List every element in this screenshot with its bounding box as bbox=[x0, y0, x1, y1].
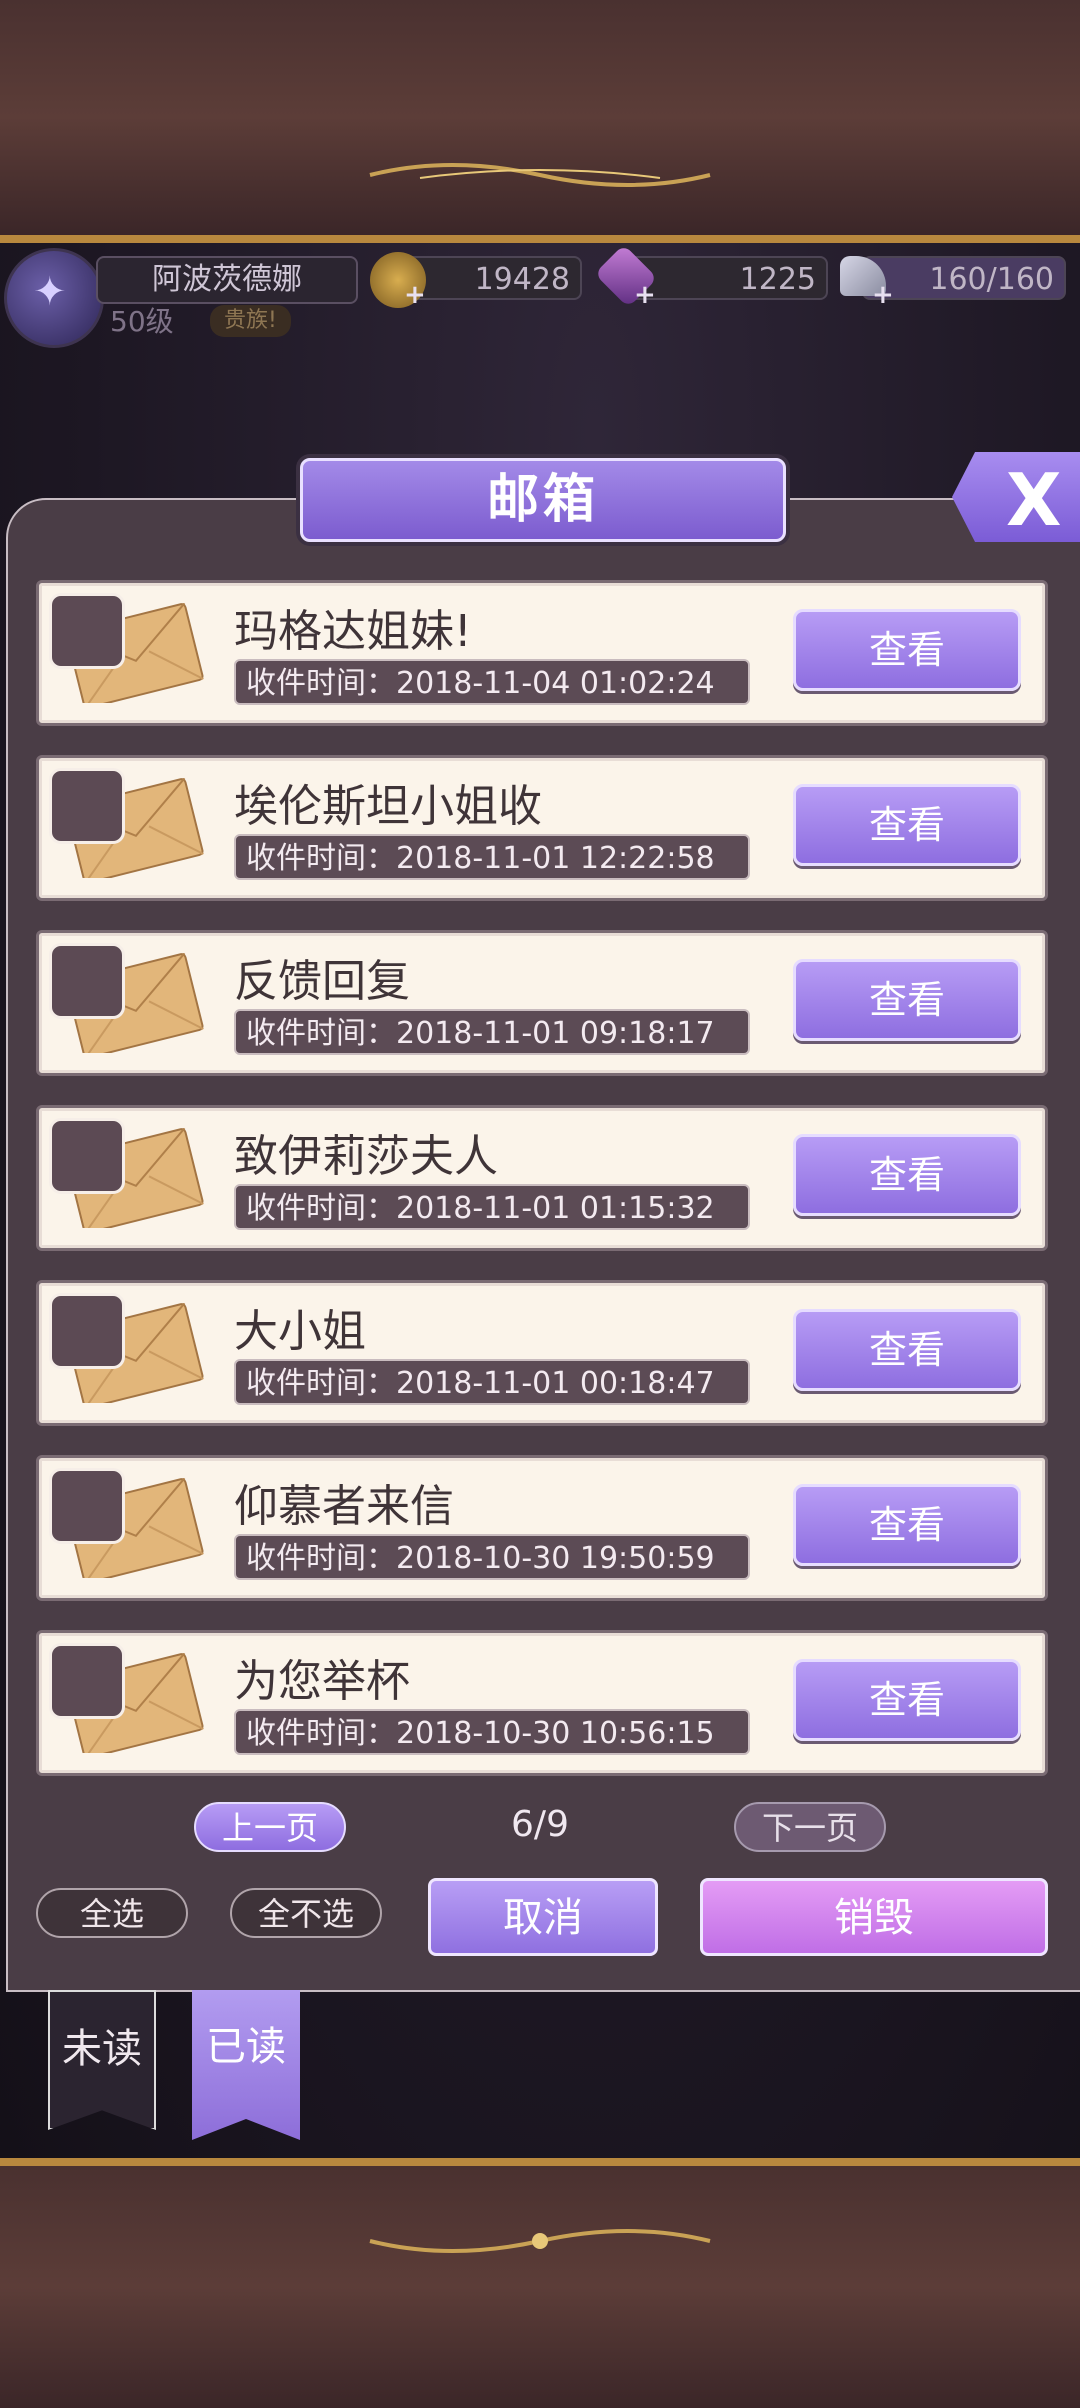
mail-title: 玛格达姐妹! bbox=[234, 606, 472, 657]
mail-checkbox[interactable] bbox=[49, 1643, 125, 1719]
mail-checkbox[interactable] bbox=[49, 1118, 125, 1194]
view-mail-button[interactable]: 查看 bbox=[793, 959, 1021, 1041]
cancel-button[interactable]: 取消 bbox=[428, 1878, 658, 1956]
page-indicator: 6/9 bbox=[511, 1804, 569, 1845]
scroll-ornament-icon bbox=[360, 2226, 720, 2253]
add-stamina-icon[interactable]: + bbox=[872, 280, 894, 310]
mail-checkbox[interactable] bbox=[49, 1468, 125, 1544]
star-icon: ✦ bbox=[33, 269, 67, 315]
mail-received-time: 收件时间：2018-10-30 10:56:15 bbox=[234, 1709, 750, 1755]
mail-checkbox[interactable] bbox=[49, 943, 125, 1019]
bottom-ornament-band bbox=[0, 2158, 1080, 2408]
gem-counter: 1225 bbox=[626, 256, 828, 300]
mail-received-time: 收件时间：2018-11-04 01:02:24 bbox=[234, 659, 750, 705]
view-mail-button[interactable]: 查看 bbox=[793, 1309, 1021, 1391]
mail-checkbox[interactable] bbox=[49, 768, 125, 844]
add-gems-icon[interactable]: + bbox=[634, 280, 656, 310]
mail-row[interactable]: 埃伦斯坦小姐收 收件时间：2018-11-01 12:22:58 查看 bbox=[36, 755, 1048, 901]
destroy-button[interactable]: 销毁 bbox=[700, 1878, 1048, 1956]
close-button[interactable]: X bbox=[952, 452, 1080, 542]
mail-received-time: 收件时间：2018-11-01 00:18:47 bbox=[234, 1359, 750, 1405]
add-gold-icon[interactable]: + bbox=[404, 280, 426, 310]
mail-received-time: 收件时间：2018-11-01 01:15:32 bbox=[234, 1184, 750, 1230]
tab-unread[interactable]: 未读 bbox=[48, 1990, 156, 2130]
player-title-badge: 贵族! bbox=[210, 305, 291, 337]
mail-received-time: 收件时间：2018-10-30 19:50:59 bbox=[234, 1534, 750, 1580]
mail-row[interactable]: 玛格达姐妹! 收件时间：2018-11-04 01:02:24 查看 bbox=[36, 580, 1048, 726]
mail-title: 反馈回复 bbox=[234, 956, 410, 1007]
mail-title: 仰慕者来信 bbox=[234, 1481, 454, 1532]
top-ornament-band bbox=[0, 0, 1080, 243]
view-mail-button[interactable]: 查看 bbox=[793, 1484, 1021, 1566]
mail-title: 致伊莉莎夫人 bbox=[234, 1131, 498, 1182]
mail-row[interactable]: 大小姐 收件时间：2018-11-01 00:18:47 查看 bbox=[36, 1280, 1048, 1426]
prev-page-button[interactable]: 上一页 bbox=[194, 1802, 346, 1852]
mail-checkbox[interactable] bbox=[49, 593, 125, 669]
mailbox-title: 邮箱 bbox=[486, 469, 599, 530]
mail-row[interactable]: 反馈回复 收件时间：2018-11-01 09:18:17 查看 bbox=[36, 930, 1048, 1076]
close-icon: X bbox=[1006, 458, 1062, 542]
mail-received-time: 收件时间：2018-11-01 12:22:58 bbox=[234, 834, 750, 880]
view-mail-button[interactable]: 查看 bbox=[793, 609, 1021, 691]
view-mail-button[interactable]: 查看 bbox=[793, 784, 1021, 866]
view-mail-button[interactable]: 查看 bbox=[793, 1134, 1021, 1216]
select-all-button[interactable]: 全选 bbox=[36, 1888, 188, 1938]
gold-counter: 19428 bbox=[400, 256, 582, 300]
mailbox-header: 邮箱 bbox=[300, 458, 786, 542]
mail-title: 埃伦斯坦小姐收 bbox=[234, 781, 542, 832]
tab-read[interactable]: 已读 bbox=[192, 1990, 300, 2140]
mail-title: 为您举杯 bbox=[234, 1656, 410, 1707]
view-mail-button[interactable]: 查看 bbox=[793, 1659, 1021, 1741]
player-level: 50级 bbox=[110, 305, 174, 338]
next-page-button[interactable]: 下一页 bbox=[734, 1802, 886, 1852]
mail-received-time: 收件时间：2018-11-01 09:18:17 bbox=[234, 1009, 750, 1055]
mail-row[interactable]: 仰慕者来信 收件时间：2018-10-30 19:50:59 查看 bbox=[36, 1455, 1048, 1601]
mail-title: 大小姐 bbox=[234, 1306, 366, 1357]
scroll-ornament-icon bbox=[360, 160, 720, 187]
select-none-button[interactable]: 全不选 bbox=[230, 1888, 382, 1938]
mail-row[interactable]: 为您举杯 收件时间：2018-10-30 10:56:15 查看 bbox=[36, 1630, 1048, 1776]
mail-row[interactable]: 致伊莉莎夫人 收件时间：2018-11-01 01:15:32 查看 bbox=[36, 1105, 1048, 1251]
player-name: 阿波茨德娜 bbox=[96, 256, 358, 304]
player-avatar[interactable]: ✦ bbox=[4, 248, 104, 348]
mail-checkbox[interactable] bbox=[49, 1293, 125, 1369]
